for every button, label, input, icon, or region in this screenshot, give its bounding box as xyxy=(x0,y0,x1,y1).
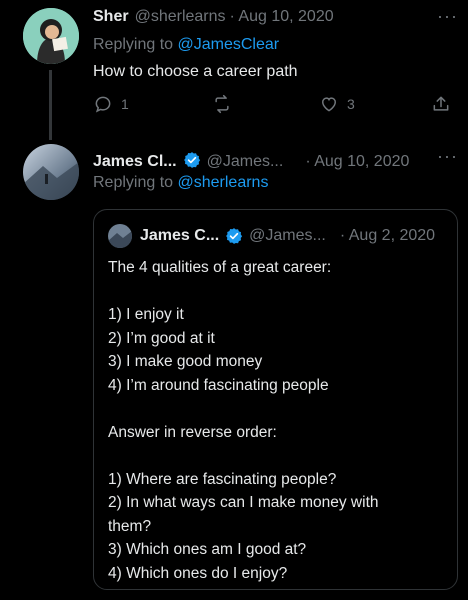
reply-icon xyxy=(95,96,111,113)
quote-line: 4) I’m around fascinating people xyxy=(108,376,329,394)
quote-author-name: James C... xyxy=(140,227,220,244)
like-button[interactable]: 3 xyxy=(319,94,355,114)
quote-line xyxy=(108,444,448,468)
quote-line xyxy=(108,397,448,421)
verified-badge-icon xyxy=(183,152,200,168)
retweet-icon xyxy=(215,94,229,114)
author-name[interactable]: Sher xyxy=(93,8,129,26)
tweet-actions: 1 3 xyxy=(93,94,453,118)
reply-count: 1 xyxy=(121,96,129,112)
quote-line: The 4 qualities of a great career: xyxy=(108,259,332,276)
quote-line: 1) Where are fascinating people? xyxy=(108,470,337,488)
verified-badge-icon xyxy=(226,228,243,244)
quote-line: them? xyxy=(108,517,152,535)
tweet-date[interactable]: · Aug 10, 2020 xyxy=(305,153,409,171)
replying-to: Replying to @JamesClear xyxy=(93,36,279,54)
reply-button[interactable]: 1 xyxy=(93,94,129,114)
quote-author-handle: @James... xyxy=(249,227,326,244)
quote-text: The 4 qualities of a great career: 1) I e… xyxy=(108,256,448,585)
quote-line: 1) I enjoy it xyxy=(108,306,184,323)
quote-date: · Aug 2, 2020 xyxy=(339,227,436,244)
retweet-button[interactable] xyxy=(211,94,233,114)
thread-line xyxy=(49,70,52,140)
replying-to-label: Replying to xyxy=(93,36,178,53)
more-icon[interactable]: ··· xyxy=(437,6,458,27)
quote-line xyxy=(108,280,448,304)
more-icon[interactable]: ··· xyxy=(437,146,458,167)
quote-avatar xyxy=(108,224,132,248)
like-count: 3 xyxy=(347,96,355,112)
author-name[interactable]: James Cl... xyxy=(93,153,177,171)
quoted-tweet[interactable]: James C... @James... · Aug 2, 2020 The 4… xyxy=(93,209,458,590)
quote-line: 3) I make good money xyxy=(108,353,263,370)
quote-line: 2) I’m good at it xyxy=(108,329,215,347)
replying-to: Replying to @sherlearns xyxy=(93,174,268,192)
replying-to-link[interactable]: @sherlearns xyxy=(178,174,269,191)
quote-line: 3) Which ones am I good at? xyxy=(108,541,307,558)
tweet-sher[interactable]: Sher @sherlearns · Aug 10, 2020 ··· Repl… xyxy=(0,0,468,140)
author-handle[interactable]: @sherlearns xyxy=(135,8,226,26)
avatar-james[interactable] xyxy=(23,144,79,200)
quote-line: Answer in reverse order: xyxy=(108,423,277,441)
tweet-date[interactable]: · Aug 10, 2020 xyxy=(230,8,334,26)
author-handle[interactable]: @James... xyxy=(207,153,284,171)
quote-line: 4) Which ones do I enjoy? xyxy=(108,564,288,582)
replying-to-label: Replying to xyxy=(93,174,178,191)
avatar-sher[interactable] xyxy=(23,8,79,64)
tweet-text: How to choose a career path xyxy=(93,63,298,80)
quote-line: 2) In what ways can I make money with xyxy=(108,494,379,511)
like-icon xyxy=(321,97,337,112)
share-icon xyxy=(433,96,449,111)
replying-to-link[interactable]: @JamesClear xyxy=(178,36,280,53)
share-button[interactable] xyxy=(431,94,451,114)
